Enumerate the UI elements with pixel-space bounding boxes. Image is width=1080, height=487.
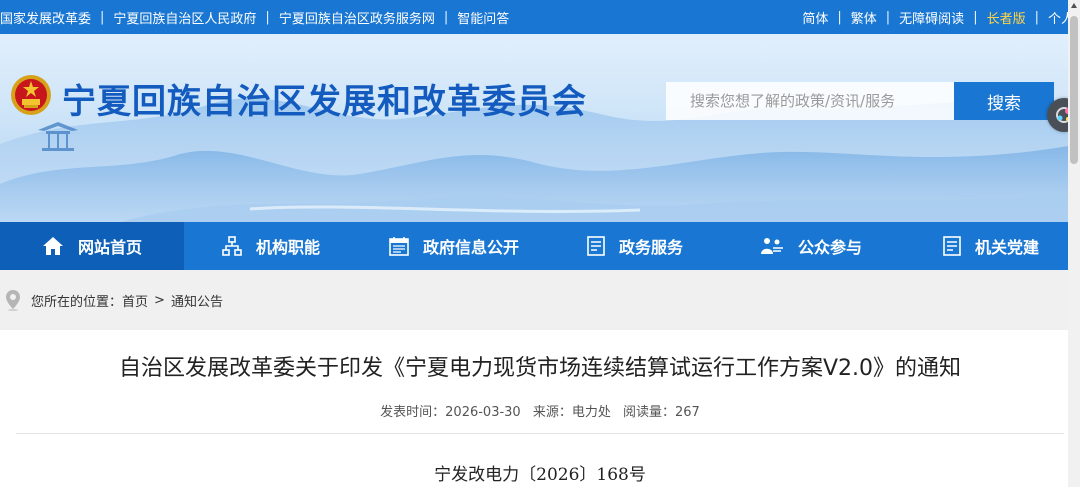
link-simplified[interactable]: 简体 (802, 8, 828, 27)
link-nx-government[interactable]: 宁夏回族自治区人民政府 (113, 8, 256, 27)
nav-item-label: 政务服务 (618, 238, 683, 257)
link-smart-qa[interactable]: 智能问答 (457, 8, 509, 27)
link-traditional[interactable]: 繁体 (851, 8, 877, 27)
people-icon (760, 238, 783, 254)
nav-item-label: 公众参与 (797, 238, 862, 257)
nav-item-label: 机关党建 (974, 238, 1039, 257)
search-input[interactable] (666, 82, 954, 120)
national-emblem-icon (11, 75, 51, 115)
org-chart-icon (222, 236, 242, 256)
link-elderly-mode[interactable]: 长者版 (987, 8, 1026, 27)
separator: | (885, 9, 891, 25)
nav-item-org-functions[interactable]: 机构职能 (184, 222, 358, 270)
article-title: 自治区发展改革委关于印发《宁夏电力现货市场连续结算试运行工作方案V2.0》的通知 (118, 356, 962, 381)
main-nav: 网站首页 机构职能 政府信息公开 政务服务 公众参与 机关党建 (0, 222, 1080, 270)
separator: | (973, 9, 978, 25)
breadcrumb-notices[interactable]: 通知公告 (171, 291, 223, 310)
article-source: 来源：电力处 (532, 405, 611, 420)
top-utility-bar: 国家发展改革委 | 宁夏回族自治区人民政府 | 宁夏回族自治区政务服务网 | 智… (0, 0, 1080, 34)
top-right-links: 简体 | 繁体 | 无障碍阅读 | 长者版 | 个人 (802, 0, 1074, 34)
breadcrumb: 您所在的位置： 首页 > 通知公告 (0, 270, 1080, 330)
scroll-up-arrow-icon[interactable] (1070, 2, 1078, 10)
location-pin-icon (6, 290, 20, 311)
breadcrumb-prefix: 您所在的位置： (31, 294, 123, 310)
link-accessibility[interactable]: 无障碍阅读 (899, 8, 964, 27)
link-ndrc[interactable]: 国家发展改革委 (0, 8, 91, 27)
nav-item-label: 网站首页 (77, 238, 142, 257)
home-icon (42, 237, 63, 255)
separator: | (1034, 9, 1039, 25)
nav-item-public-participation[interactable]: 公众参与 (720, 222, 902, 270)
nav-item-gov-info[interactable]: 政府信息公开 (358, 222, 550, 270)
scrollbar-thumb[interactable] (1070, 16, 1078, 164)
site-title: 宁夏回族自治区发展和改革委员会 (62, 82, 587, 122)
landscape-illustration (0, 98, 1080, 222)
nav-item-gov-services[interactable]: 政务服务 (550, 222, 720, 270)
article-meta: 发表时间：2026-03-30 来源：电力处 阅读量：267 (0, 401, 1080, 420)
nav-item-label: 政府信息公开 (422, 238, 519, 257)
header-banner: 宁夏回族自治区发展和改革委员会 搜索 (0, 34, 1080, 222)
nav-item-label: 机构职能 (255, 238, 320, 257)
top-left-links: 国家发展改革委 | 宁夏回族自治区人民政府 | 宁夏回族自治区政务服务网 | 智… (0, 0, 509, 34)
divider (16, 433, 1064, 434)
calendar-icon (389, 237, 409, 256)
page-scrollbar[interactable] (1068, 0, 1080, 487)
view-count: 阅读量：267 (623, 405, 700, 420)
separator: | (443, 9, 449, 25)
nav-item-party-building[interactable]: 机关党建 (902, 222, 1080, 270)
nav-item-home[interactable]: 网站首页 (0, 222, 184, 270)
separator: | (837, 9, 842, 25)
breadcrumb-home[interactable]: 首页 (122, 291, 148, 310)
document-icon (943, 236, 961, 256)
separator: | (265, 9, 270, 25)
link-nx-service[interactable]: 宁夏回族自治区政务服务网 (279, 8, 435, 27)
document-number: 宁发改电力〔2026〕168号 (434, 465, 646, 485)
breadcrumb-separator: > (154, 292, 165, 308)
document-icon (587, 236, 605, 256)
separator: | (100, 9, 105, 25)
search-button[interactable]: 搜索 (954, 82, 1054, 120)
publish-time: 发表时间：2026-03-30 (380, 405, 521, 420)
